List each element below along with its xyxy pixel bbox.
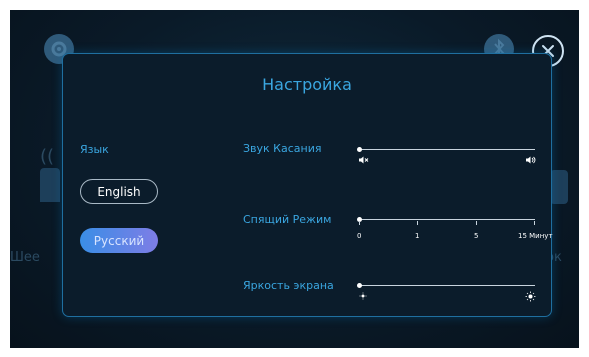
brightness-slider-knob[interactable] xyxy=(357,283,362,288)
touch-sound-label: Звук Касания xyxy=(243,142,322,155)
sleep-tick-label: 5 xyxy=(474,232,479,240)
background-app-icon-left xyxy=(40,168,60,202)
touch-sound-slider[interactable] xyxy=(357,147,535,152)
sleep-tick-label: 15 Минут xyxy=(518,232,553,240)
volume-max-icon xyxy=(526,156,536,167)
touch-sound-slider-knob[interactable] xyxy=(357,147,362,152)
brightness-label: Яркость экрана xyxy=(243,279,334,292)
brightness-low-icon xyxy=(359,292,367,303)
signal-icon: (( xyxy=(40,146,55,167)
sleep-mode-slider[interactable] xyxy=(357,217,535,225)
screen: (( Шее ок Настройка Язык English Русский… xyxy=(10,10,579,348)
sleep-mode-label: Спящий Режим xyxy=(243,213,332,226)
language-english-button[interactable]: English xyxy=(80,179,158,204)
sleep-tick-label: 0 xyxy=(357,232,362,240)
volume-mute-icon xyxy=(359,156,369,167)
settings-dialog: Настройка Язык English Русский Звук Каса… xyxy=(62,53,553,317)
sleep-tick xyxy=(476,221,477,225)
language-russian-button[interactable]: Русский xyxy=(80,228,158,253)
sleep-tick xyxy=(417,221,418,225)
language-label: Язык xyxy=(80,143,109,156)
sleep-tick-label: 1 xyxy=(415,232,420,240)
brightness-slider[interactable] xyxy=(357,283,535,288)
background-app-icon-right xyxy=(550,170,568,204)
brightness-high-icon xyxy=(525,291,536,305)
sleep-tick xyxy=(534,221,535,225)
sleep-tick xyxy=(359,221,360,225)
dialog-title: Настройка xyxy=(262,75,352,94)
background-app-label-left: Шее xyxy=(10,250,40,265)
